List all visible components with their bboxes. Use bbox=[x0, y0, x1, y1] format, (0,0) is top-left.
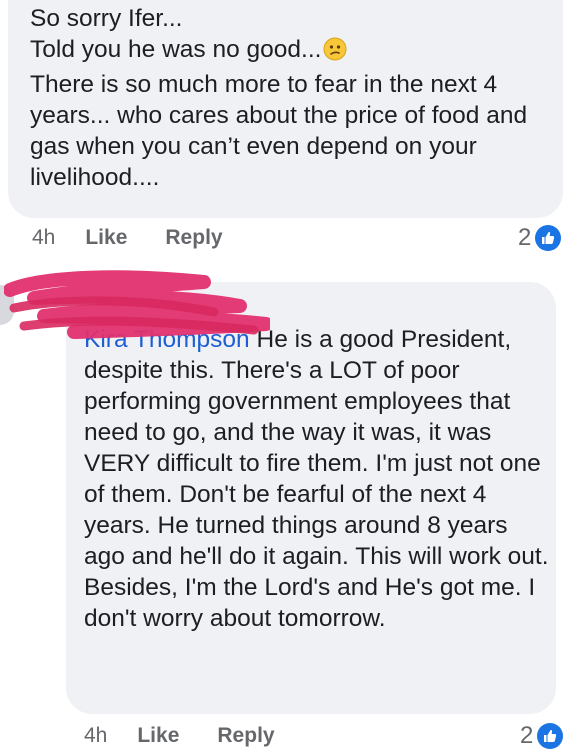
reaction-count: 2 bbox=[520, 722, 534, 749]
reaction-summary[interactable]: 2 bbox=[518, 224, 562, 252]
comment-timestamp: 4h bbox=[84, 724, 108, 747]
like-button[interactable]: Like bbox=[85, 226, 127, 250]
comment-text-part: There is so much more to fear in the nex… bbox=[30, 71, 528, 191]
comment-text-part: So sorry Ifer... Told you he was no good… bbox=[30, 5, 322, 63]
comment-actions: 4h Like Reply bbox=[84, 724, 313, 748]
reply-button[interactable]: Reply bbox=[165, 226, 222, 250]
reaction-summary[interactable]: 2 bbox=[520, 722, 564, 750]
reply-button[interactable]: Reply bbox=[217, 724, 274, 748]
comment-text: Kira Thompson He is a good President, de… bbox=[84, 324, 552, 634]
comment-text: So sorry Ifer... Told you he was no good… bbox=[30, 3, 555, 193]
comment-actions: 4h Like Reply bbox=[32, 226, 261, 250]
thumbs-up-icon bbox=[535, 225, 562, 251]
confused-face-icon bbox=[323, 37, 347, 69]
reaction-count: 2 bbox=[518, 224, 532, 251]
thumbs-up-icon bbox=[537, 723, 564, 749]
redaction-scribble bbox=[4, 270, 270, 339]
like-button[interactable]: Like bbox=[137, 724, 179, 748]
comment-timestamp: 4h bbox=[32, 226, 56, 249]
comment-text-part: He is a good President, despite this. Th… bbox=[84, 326, 549, 632]
